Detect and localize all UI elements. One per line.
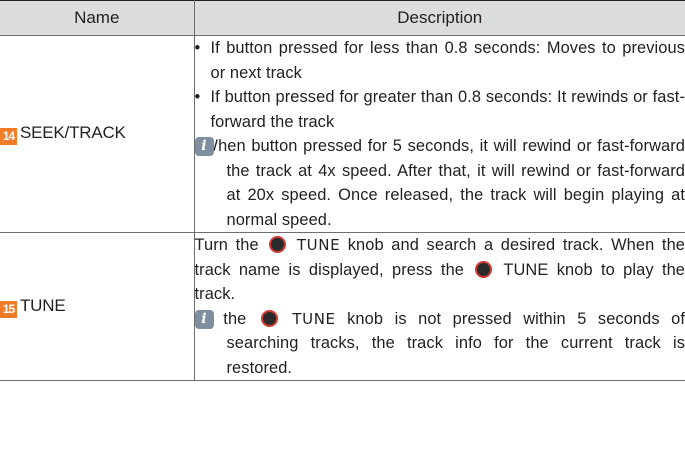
info-note-text-wrap: When button pressed for 5 seconds, it wi…: [195, 134, 685, 232]
bullet-icon: •: [194, 39, 201, 57]
tune-knob-icon: [260, 309, 278, 327]
tune-knob-label: TUNE: [296, 236, 341, 254]
bullet-item: • If button pressed for greater than 0.8…: [195, 85, 685, 134]
bullet-icon: •: [194, 88, 201, 106]
tune-knob-label-2: TUNE: [503, 260, 549, 279]
info-note-text-wrap: If the TUNE knob is not pressed within 5…: [195, 307, 685, 381]
item-name: SEEK/TRACK: [20, 123, 126, 142]
header-name: Name: [0, 0, 195, 36]
item-number-badge: 14: [0, 128, 17, 145]
tune-knob-icon: [475, 260, 493, 278]
tune-text-1: Turn the: [194, 236, 259, 254]
table-row-tune: 15 TUNE Turn the TUNE knob and search a d…: [0, 232, 685, 381]
description-cell-seek-track: • If button pressed for less than 0.8 se…: [193, 35, 685, 233]
info-icon: i: [194, 309, 214, 329]
tune-description: Turn the TUNE knob and search a desired …: [195, 233, 685, 307]
info-icon: i: [194, 137, 214, 156]
info-note: i When button pressed for 5 seconds, it …: [194, 134, 685, 232]
tune-knob-label-3: TUNE: [292, 309, 336, 328]
function-table: Name Description 14 SEEK/TRACK • If butto…: [0, 0, 685, 381]
table-row-seek-track: 14 SEEK/TRACK • If button pressed for les…: [0, 35, 685, 233]
item-name: TUNE: [20, 295, 66, 315]
tune-knob-icon: [269, 236, 287, 253]
header-description: Description: [193, 0, 685, 36]
bullet-text: If button pressed for greater than 0.8 s…: [210, 88, 685, 131]
description-cell-tune: Turn the TUNE knob and search a desired …: [193, 232, 685, 381]
name-cell-tune: 15 TUNE: [0, 232, 195, 381]
item-number-badge: 15: [0, 300, 17, 318]
info-note: i If the TUNE knob is not pressed within…: [194, 307, 685, 381]
table-header-row: Name Description: [0, 0, 685, 36]
manual-page: Name Description 14 SEEK/TRACK • If butto…: [0, 0, 685, 469]
bullet-item: • If button pressed for less than 0.8 se…: [195, 36, 685, 85]
name-cell-seek-track: 14 SEEK/TRACK: [0, 35, 195, 233]
bullet-text: If button pressed for less than 0.8 seco…: [210, 39, 685, 82]
info-note-text: When button pressed for 5 seconds, it wi…: [202, 137, 685, 229]
